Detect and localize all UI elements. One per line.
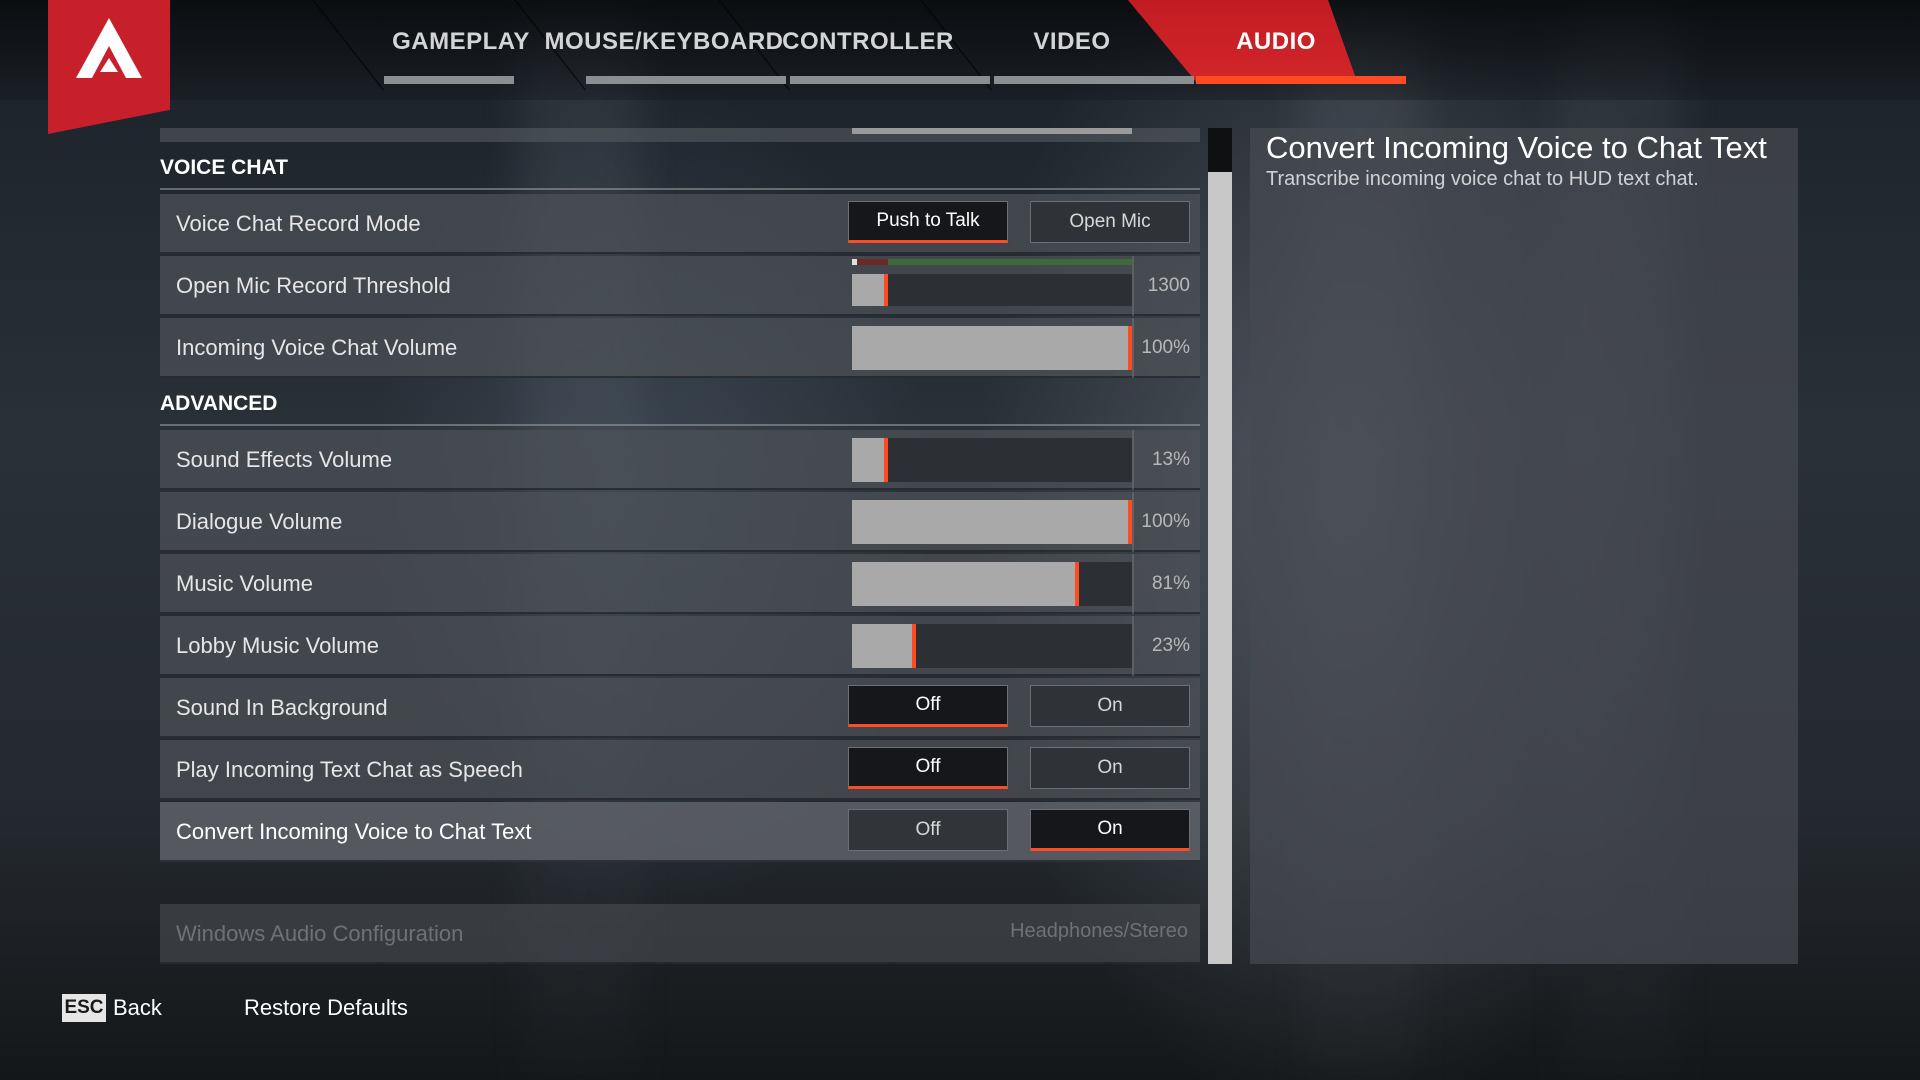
on-button[interactable]: On: [1030, 747, 1190, 789]
esc-key-icon: ESC: [62, 994, 106, 1022]
slider-value: 1300: [1147, 275, 1190, 296]
setting-label: Voice Chat Record Mode: [176, 211, 421, 236]
setting-label: Open Mic Record Threshold: [176, 273, 451, 298]
open-mic-button[interactable]: Open Mic: [1030, 201, 1190, 243]
slider-handle[interactable]: [884, 274, 888, 306]
volume-slider[interactable]: [852, 438, 1132, 482]
divider: [1132, 318, 1134, 378]
setting-label: Windows Audio Configuration: [176, 921, 464, 946]
mic-level-meter-green: [888, 259, 1132, 265]
setting-label: Dialogue Volume: [176, 509, 343, 534]
setting-label: Sound In Background: [176, 695, 388, 720]
threshold-slider[interactable]: [852, 274, 1132, 306]
slider-handle[interactable]: [912, 624, 916, 668]
setting-label: Play Incoming Text Chat as Speech: [176, 757, 523, 782]
slider-fill: [852, 326, 1132, 370]
mic-level-indicator: [852, 259, 857, 265]
off-button[interactable]: Off: [848, 685, 1008, 727]
volume-slider[interactable]: [852, 500, 1132, 544]
tab-audio[interactable]: AUDIO: [1186, 0, 1366, 84]
off-button[interactable]: Off: [848, 809, 1008, 851]
setting-label: Incoming Voice Chat Volume: [176, 335, 458, 360]
scrollbar-thumb[interactable]: [1208, 172, 1232, 964]
slider-value: 13%: [1151, 449, 1190, 470]
setting-row-lobby-music-volume[interactable]: Lobby Music Volume 23%: [160, 616, 1200, 676]
slider-fill: [852, 274, 888, 306]
slider-value: 23%: [1151, 635, 1190, 656]
divider: [1132, 554, 1134, 614]
setting-row-sfx-volume[interactable]: Sound Effects Volume 13%: [160, 430, 1200, 490]
push-to-talk-button[interactable]: Push to Talk: [848, 201, 1008, 243]
volume-slider[interactable]: [852, 624, 1132, 668]
slider-value: 100%: [1141, 337, 1190, 358]
divider: [1132, 616, 1134, 676]
volume-slider[interactable]: [852, 326, 1132, 370]
tab-video[interactable]: VIDEO: [982, 0, 1162, 84]
scrollbar[interactable]: [1208, 128, 1232, 964]
slider-fill: [852, 562, 1079, 606]
description-title: Convert Incoming Voice to Chat Text: [1266, 130, 1767, 165]
setting-label: Sound Effects Volume: [176, 447, 393, 472]
slider-value: 100%: [1141, 511, 1190, 532]
tab-mouse-keyboard[interactable]: MOUSE/KEYBOARD: [544, 0, 783, 84]
on-button[interactable]: On: [1030, 809, 1190, 851]
setting-row-dialogue-volume[interactable]: Dialogue Volume 100%: [160, 492, 1200, 552]
description-text: Transcribe incoming voice chat to HUD te…: [1266, 168, 1699, 190]
divider: [1132, 430, 1134, 490]
slider-fill: [852, 624, 916, 668]
off-button[interactable]: Off: [848, 747, 1008, 789]
volume-slider[interactable]: [852, 562, 1132, 606]
setting-row-voice-record-mode[interactable]: Voice Chat Record Mode Push to Talk Open…: [160, 194, 1200, 254]
setting-row-sound-in-background[interactable]: Sound In Background Off On: [160, 678, 1200, 738]
setting-row-voice-to-text[interactable]: Convert Incoming Voice to Chat Text Off …: [160, 802, 1200, 862]
divider: [1132, 256, 1134, 316]
tab-controller[interactable]: CONTROLLER: [778, 0, 958, 84]
divider: [1132, 492, 1134, 552]
slider-fill: [852, 438, 888, 482]
setting-label: Music Volume: [176, 571, 313, 596]
apex-logo-icon: [48, 0, 170, 134]
section-title-advanced: ADVANCED: [160, 386, 1200, 426]
slider-value: 81%: [1151, 573, 1190, 594]
on-button[interactable]: On: [1030, 685, 1190, 727]
setting-value: Headphones/Stereo: [1010, 920, 1188, 942]
tab-gameplay[interactable]: GAMEPLAY: [384, 0, 538, 84]
slider-fill: [852, 500, 1132, 544]
restore-defaults-button[interactable]: Restore Defaults: [244, 990, 408, 1026]
setting-row-incoming-voice-volume[interactable]: Incoming Voice Chat Volume 100%: [160, 318, 1200, 378]
setting-label: Convert Incoming Voice to Chat Text: [176, 819, 532, 844]
description-panel: Convert Incoming Voice to Chat Text Tran…: [1250, 128, 1798, 964]
section-title-voice-chat: VOICE CHAT: [160, 150, 1200, 190]
slider-handle[interactable]: [1075, 562, 1079, 606]
back-button[interactable]: Back: [113, 990, 162, 1026]
setting-label: Lobby Music Volume: [176, 633, 379, 658]
previous-setting-row: [160, 128, 1200, 142]
setting-row-windows-audio: Windows Audio Configuration Headphones/S…: [160, 904, 1200, 964]
setting-row-text-chat-speech[interactable]: Play Incoming Text Chat as Speech Off On: [160, 740, 1200, 800]
setting-row-music-volume[interactable]: Music Volume 81%: [160, 554, 1200, 614]
setting-row-open-mic-threshold[interactable]: Open Mic Record Threshold 1300: [160, 256, 1200, 316]
slider-handle[interactable]: [884, 438, 888, 482]
mic-level-meter-red: [852, 259, 888, 265]
